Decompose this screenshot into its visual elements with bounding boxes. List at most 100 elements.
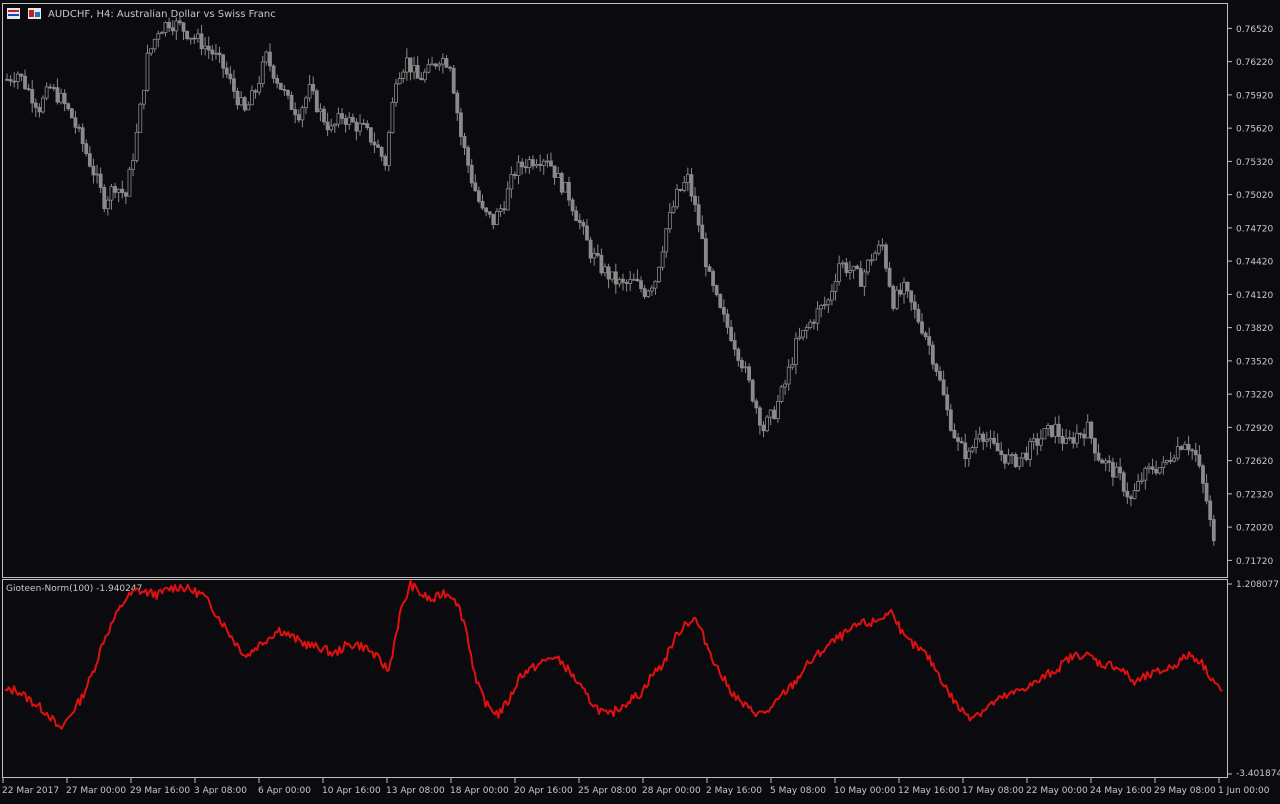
candle-body (33, 102, 38, 108)
candle-body (570, 199, 575, 212)
candle-body (621, 278, 625, 283)
candle-body (87, 153, 92, 167)
candle-body (700, 224, 705, 240)
candle-body (41, 97, 45, 113)
candle-body (1150, 466, 1155, 470)
indicator-tick-label: -3.401874 (1236, 769, 1280, 779)
candle-body (999, 450, 1004, 456)
candle-body (426, 64, 431, 73)
candle-body (397, 78, 402, 85)
candle-body (934, 363, 939, 372)
candle-body (538, 164, 543, 166)
time-tick-label: 22 May 00:00 (1026, 786, 1088, 796)
candle-body (1002, 454, 1007, 464)
candle-body (372, 141, 377, 146)
candle-body (1010, 454, 1014, 456)
candle-body (347, 116, 352, 125)
candle-body (448, 66, 452, 69)
candle-body (696, 204, 701, 226)
price-tick-label: 0.74120 (1236, 291, 1273, 301)
candle-body (495, 211, 499, 225)
candle-body (404, 57, 409, 73)
candle-body (855, 265, 860, 269)
price-tick-label: 0.74420 (1236, 258, 1273, 268)
price-pane[interactable] (2, 3, 1228, 578)
candle-body (970, 447, 975, 452)
candle-body (368, 127, 373, 143)
candle-body (332, 123, 337, 127)
time-tick-label: 6 Apr 00:00 (258, 786, 311, 796)
candle-body (776, 400, 780, 419)
candle-body (1111, 462, 1115, 478)
candle-body (804, 327, 809, 331)
time-tick-label: 3 Apr 08:00 (194, 786, 247, 796)
candle-body (1006, 454, 1011, 464)
candle-body (163, 21, 168, 33)
price-tick-label: 0.72320 (1236, 490, 1273, 500)
candle-body (862, 271, 867, 287)
candle-body (433, 63, 438, 67)
time-tick-label: 1 Jun 00:00 (1218, 786, 1270, 796)
candle-body (214, 52, 218, 55)
candle-body (59, 92, 63, 103)
time-tick-label: 27 Mar 00:00 (66, 786, 126, 796)
candle-body (585, 225, 589, 241)
candle-body (1193, 450, 1198, 456)
candle-body (296, 114, 301, 121)
candle-body (235, 90, 240, 106)
candle-body (1067, 437, 1072, 440)
candle-body (282, 88, 287, 91)
price-axis: 0.76520 0.76220 0.75920 0.75620 0.75320 0.750… (1227, 25, 1273, 567)
candle-body (848, 270, 852, 273)
candle-body (105, 199, 110, 210)
indicator-line (4, 579, 1223, 730)
candle-body (1060, 435, 1065, 444)
time-tick-label: 29 May 08:00 (1154, 786, 1216, 796)
candle-body (844, 262, 849, 273)
candle-body (221, 54, 226, 69)
candle-body (15, 73, 20, 82)
candle-body (981, 433, 986, 442)
candle-body (415, 65, 420, 79)
time-tick-label: 17 May 08:00 (962, 786, 1024, 796)
candle-body (678, 188, 683, 191)
chart-window-icon[interactable] (28, 8, 41, 19)
candle-body (772, 409, 777, 419)
candle-body (91, 165, 96, 176)
candle-body (250, 90, 254, 106)
candle-body (984, 439, 989, 442)
candle-body (131, 160, 135, 170)
candle-body (721, 307, 726, 315)
candle-body (170, 27, 175, 32)
candle-body (1197, 454, 1202, 467)
candle-body (275, 78, 280, 84)
candle-body (160, 32, 164, 35)
candle-body (37, 107, 42, 113)
candle-body (48, 86, 53, 89)
time-tick-label: 20 Apr 16:00 (514, 786, 573, 796)
chart-type-icon[interactable] (7, 8, 20, 19)
candle-body (44, 86, 49, 99)
candle-body (206, 45, 211, 51)
candle-body (826, 299, 831, 306)
candle-body (1103, 460, 1108, 464)
candle-body (714, 285, 719, 295)
candle-body (671, 206, 676, 214)
candle-body (739, 360, 744, 369)
candle-body (484, 207, 489, 213)
candle-body (938, 371, 942, 381)
price-tick-label: 0.76520 (1236, 25, 1273, 35)
candle-body (822, 304, 827, 307)
candle-body (1046, 425, 1050, 430)
candle-body (729, 326, 733, 341)
candle-body (473, 182, 478, 192)
candle-body (1078, 432, 1083, 435)
chart-canvas[interactable]: AUDCHF, H4: Australian Dollar vs Swiss F… (0, 0, 1280, 800)
candle-body (873, 252, 878, 261)
time-tick-label: 22 Mar 2017 (2, 786, 59, 796)
candle-body (224, 67, 229, 75)
candle-body (808, 321, 813, 328)
candle-body (1172, 457, 1177, 462)
candle-body (430, 63, 434, 66)
candle-body (239, 97, 244, 106)
